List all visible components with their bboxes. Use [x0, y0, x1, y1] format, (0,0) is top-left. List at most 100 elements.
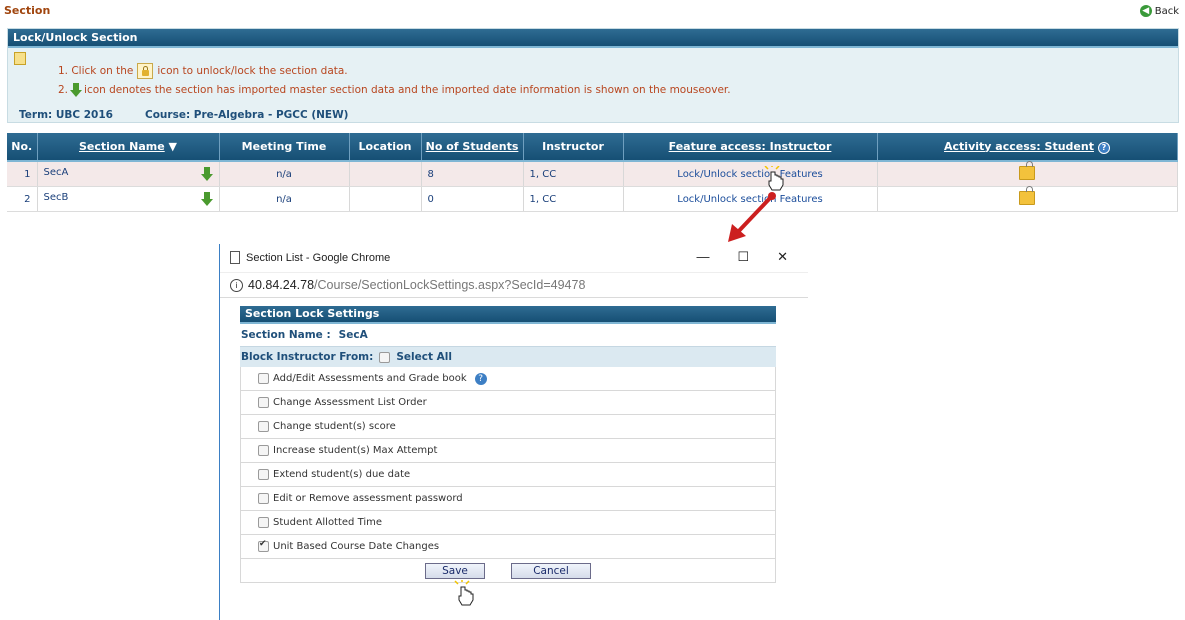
back-button[interactable]: ◀ Back — [1139, 5, 1179, 17]
unlock-icon[interactable] — [1019, 185, 1035, 205]
header-no: No. — [7, 133, 38, 162]
instruction-1-suffix: icon to unlock/lock the section data. — [157, 65, 348, 77]
annotation-arrow-icon — [728, 192, 776, 242]
row-students: 0 — [421, 186, 524, 212]
option-checkbox[interactable] — [258, 373, 269, 384]
row-location — [349, 186, 422, 212]
section-name-label: Section Name : — [241, 329, 331, 341]
lock-unlock-features-link[interactable]: Lock/Unlock section Features — [677, 169, 822, 180]
option-checkbox[interactable] — [258, 445, 269, 456]
help-icon[interactable]: ? — [1097, 141, 1110, 154]
option-row: Extend student(s) due date — [240, 463, 776, 487]
note-icon — [14, 52, 26, 65]
option-checkbox[interactable] — [258, 517, 269, 528]
header-meeting-time: Meeting Time — [219, 133, 350, 162]
option-row: Increase student(s) Max Attempt — [240, 439, 776, 463]
option-label: Extend student(s) due date — [273, 469, 411, 480]
row-activity-lock[interactable] — [877, 185, 1178, 212]
option-label: Add/Edit Assessments and Grade book — [273, 373, 467, 384]
header-no-of-students[interactable]: No of Students — [421, 133, 524, 162]
row-location — [349, 161, 422, 187]
green-down-arrow-icon[interactable] — [200, 167, 213, 181]
save-button[interactable]: Save — [425, 562, 485, 579]
row-no: 1 — [7, 161, 38, 187]
close-icon[interactable]: ✕ — [777, 249, 788, 265]
instruction-2-prefix: 2. — [58, 84, 69, 96]
url-host: 40.84.24.78 — [248, 278, 315, 292]
panel-header: Lock/Unlock Section — [8, 29, 1178, 48]
header-feature-access[interactable]: Feature access: Instructor — [623, 133, 878, 162]
block-instructor-row: Block Instructor From: Select All — [240, 346, 776, 367]
option-checkbox[interactable] — [258, 493, 269, 504]
option-checkbox[interactable] — [258, 397, 269, 408]
row-section-name: SecA — [37, 161, 220, 187]
row-no: 2 — [7, 186, 38, 212]
table-row: 2 SecB n/a 0 1, CC Lock/Unlock section F… — [7, 185, 1178, 212]
row-instructor: 1, CC — [523, 161, 624, 187]
page-title: Section — [4, 4, 51, 17]
section-name-value: SecA — [338, 329, 368, 341]
settings-header: Section Lock Settings — [240, 306, 776, 324]
cancel-button[interactable]: Cancel — [511, 562, 591, 579]
maximize-icon[interactable]: ☐ — [737, 249, 749, 265]
table-row: 1 SecA n/a 8 1, CC Lock/Unlock section F… — [7, 160, 1178, 187]
section-table: No. Section Name ▼ Meeting Time Location… — [7, 133, 1178, 212]
select-all-label: Select All — [396, 351, 452, 363]
lock-unlock-panel: Lock/Unlock Section 1. Click on the icon… — [7, 28, 1179, 123]
help-icon[interactable]: ? — [474, 372, 487, 385]
row-meeting: n/a — [219, 161, 350, 187]
section-name-text: SecA — [43, 167, 69, 178]
unlock-icon[interactable] — [1019, 160, 1035, 180]
table-header-row: No. Section Name ▼ Meeting Time Location… — [7, 133, 1178, 162]
option-checkbox[interactable] — [258, 469, 269, 480]
row-instructor: 1, CC — [523, 186, 624, 212]
sort-down-icon: ▼ — [168, 140, 177, 153]
section-name-row: Section Name : SecA — [240, 324, 776, 346]
option-row: Unit Based Course Date Changes — [240, 535, 776, 559]
instruction-1-prefix: 1. Click on the — [58, 65, 134, 77]
sort-students-link[interactable]: No of Students — [426, 140, 519, 153]
header-activity-access[interactable]: Activity access: Student? — [877, 133, 1178, 162]
option-checkbox-checked[interactable] — [258, 539, 269, 552]
option-row: Add/Edit Assessments and Grade book ? — [240, 367, 776, 391]
row-meeting: n/a — [219, 186, 350, 212]
sort-section-name-link[interactable]: Section Name — [79, 140, 165, 153]
hand-cursor-icon — [764, 166, 784, 191]
header-instructor: Instructor — [523, 133, 624, 162]
option-checkbox[interactable] — [258, 421, 269, 432]
lock-icon — [137, 63, 154, 79]
green-down-arrow-icon[interactable] — [200, 192, 213, 206]
sort-feature-access-link[interactable]: Feature access: Instructor — [669, 140, 832, 153]
block-instructor-label: Block Instructor From: — [241, 351, 374, 363]
address-bar[interactable]: i 40.84.24.78/Course/SectionLockSettings… — [220, 272, 808, 298]
window-controls: — ☐ ✕ — [696, 249, 788, 265]
section-name-text: SecB — [43, 192, 69, 203]
course-label: Course: Pre-Algebra - PGCC (NEW) — [145, 109, 349, 121]
button-row: Save Cancel — [240, 559, 776, 583]
option-label: Student Allotted Time — [273, 517, 383, 528]
sort-activity-access-link[interactable]: Activity access: Student — [944, 140, 1094, 153]
option-label: Edit or Remove assessment password — [273, 493, 463, 504]
option-label: Unit Based Course Date Changes — [273, 541, 440, 552]
window-title: Section List - Google Chrome — [230, 251, 390, 264]
window-title-text: Section List - Google Chrome — [246, 251, 391, 264]
option-label: Increase student(s) Max Attempt — [273, 445, 438, 456]
info-icon[interactable]: i — [230, 278, 243, 292]
option-label: Change Assessment List Order — [273, 397, 427, 408]
header-section-name[interactable]: Section Name ▼ — [37, 133, 220, 162]
select-all-checkbox[interactable] — [379, 351, 391, 363]
minimize-icon[interactable]: — — [696, 249, 709, 265]
back-arrow-icon: ◀ — [1139, 5, 1152, 17]
row-feature-link[interactable]: Lock/Unlock section Features — [623, 161, 878, 187]
option-row: Change Assessment List Order — [240, 391, 776, 415]
back-label: Back — [1154, 5, 1179, 17]
instruction-2-suffix: icon denotes the section has imported ma… — [84, 84, 731, 96]
hand-cursor-icon — [454, 580, 474, 606]
green-down-arrow-icon — [70, 83, 83, 97]
row-activity-lock[interactable] — [877, 160, 1178, 187]
row-students: 8 — [421, 161, 524, 187]
option-row: Edit or Remove assessment password — [240, 487, 776, 511]
option-row: Change student(s) score — [240, 415, 776, 439]
term-label: Term: UBC 2016 — [19, 109, 113, 121]
section-lock-settings: Section Lock Settings Section Name : SecA… — [240, 306, 776, 583]
